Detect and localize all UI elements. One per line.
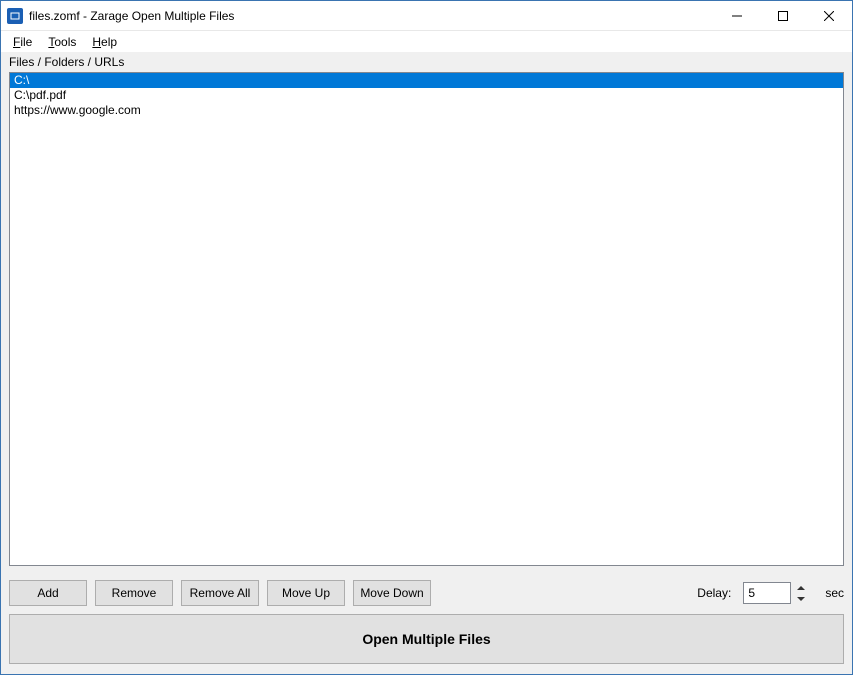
open-multiple-files-button[interactable]: Open Multiple Files: [9, 614, 844, 664]
button-row: Add Remove Remove All Move Up Move Down …: [1, 574, 852, 612]
list-container: C:\C:\pdf.pdfhttps://www.google.com: [1, 72, 852, 574]
list-item[interactable]: https://www.google.com: [10, 103, 843, 118]
delay-down-button[interactable]: [793, 593, 809, 604]
remove-button[interactable]: Remove: [95, 580, 173, 606]
window-title: files.zomf - Zarage Open Multiple Files: [29, 9, 714, 23]
minimize-button[interactable]: [714, 1, 760, 30]
list-header: Files / Folders / URLs: [1, 52, 852, 72]
add-button[interactable]: Add: [9, 580, 87, 606]
delay-unit: sec: [825, 586, 844, 600]
file-listbox[interactable]: C:\C:\pdf.pdfhttps://www.google.com: [9, 72, 844, 566]
menu-tools[interactable]: Tools: [40, 33, 84, 51]
menubar: File Tools Help: [1, 31, 852, 52]
delay-label: Delay:: [697, 586, 731, 600]
window-controls: [714, 1, 852, 30]
move-up-button[interactable]: Move Up: [267, 580, 345, 606]
list-item[interactable]: C:\pdf.pdf: [10, 88, 843, 103]
delay-input[interactable]: [743, 582, 791, 604]
main-button-container: Open Multiple Files: [1, 612, 852, 674]
delay-up-button[interactable]: [793, 582, 809, 593]
titlebar: files.zomf - Zarage Open Multiple Files: [1, 1, 852, 31]
delay-spinner: [743, 582, 809, 604]
maximize-button[interactable]: [760, 1, 806, 30]
app-icon: [7, 8, 23, 24]
move-down-button[interactable]: Move Down: [353, 580, 431, 606]
list-item[interactable]: C:\: [10, 73, 843, 88]
menu-file[interactable]: File: [5, 33, 40, 51]
close-button[interactable]: [806, 1, 852, 30]
remove-all-button[interactable]: Remove All: [181, 580, 259, 606]
menu-help[interactable]: Help: [84, 33, 125, 51]
